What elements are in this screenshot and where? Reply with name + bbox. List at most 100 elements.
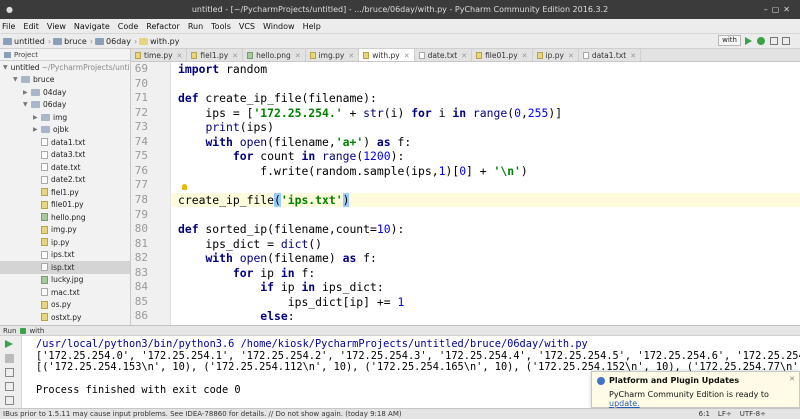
code-line[interactable]: create_ip_file('ips.txt') xyxy=(178,192,350,207)
tree-item[interactable]: lucky.jpg xyxy=(0,274,130,287)
close-tab-icon[interactable]: ✕ xyxy=(177,52,183,60)
expanded-arrow-icon[interactable]: ▼ xyxy=(13,76,21,83)
editor-tab[interactable]: time.py ✕ xyxy=(131,49,188,61)
code-editor[interactable]: import random def create_ip_file(filename… xyxy=(171,62,800,325)
search-everywhere-icon[interactable] xyxy=(782,36,790,45)
console-line[interactable]: /usr/local/python3/bin/python3.6 /home/k… xyxy=(36,338,588,350)
close-run-icon[interactable] xyxy=(5,396,14,405)
console-line[interactable]: Process finished with exit code 0 xyxy=(36,384,241,396)
editor-tab[interactable]: hello.png ✕ xyxy=(243,49,306,61)
editor-tab[interactable]: date.txt ✕ xyxy=(415,49,473,61)
run-config-select[interactable]: with xyxy=(718,35,741,46)
lightbulb-icon[interactable] xyxy=(182,184,187,190)
close-tab-icon[interactable]: ✕ xyxy=(522,52,528,60)
code-line[interactable]: f.write(random.sample(ips,1)[0] + '\n') xyxy=(178,164,528,178)
close-tab-icon[interactable]: ✕ xyxy=(568,52,574,60)
editor-tab[interactable]: fiel1.py ✕ xyxy=(187,49,244,61)
expanded-arrow-icon[interactable]: ▼ xyxy=(23,101,31,108)
menu-item[interactable]: VCS xyxy=(239,22,255,31)
code-line[interactable]: if ip in ips_dict: xyxy=(178,280,383,294)
menu-item[interactable]: File xyxy=(2,22,15,31)
tree-item[interactable]: ▶ img xyxy=(0,111,130,124)
rerun-icon[interactable] xyxy=(5,340,13,348)
menu-item[interactable]: Edit xyxy=(23,22,39,31)
close-tab-icon[interactable]: ✕ xyxy=(630,52,636,60)
editor-tab[interactable]: data1.txt ✕ xyxy=(579,49,642,61)
code-line[interactable]: else: xyxy=(178,309,294,323)
tree-item[interactable]: hello.png xyxy=(0,211,130,224)
code-line[interactable]: with open(filename) as f: xyxy=(178,251,376,265)
tree-item[interactable]: isp.txt xyxy=(0,261,130,274)
run-config-tab[interactable]: with xyxy=(29,327,44,335)
breadcrumb-item[interactable]: 06day › xyxy=(95,37,137,46)
line-separator[interactable]: LF÷ xyxy=(718,410,732,418)
collapsed-arrow-icon[interactable]: ▶ xyxy=(23,89,31,96)
editor-tab[interactable]: with.py ✕ xyxy=(359,49,415,61)
stop-icon[interactable] xyxy=(770,36,778,45)
menu-item[interactable]: Refactor xyxy=(146,22,180,31)
console-line[interactable]: ['172.25.254.0', '172.25.254.1', '172.25… xyxy=(36,350,800,362)
close-tab-icon[interactable]: ✕ xyxy=(295,52,301,60)
notification-close-icon[interactable]: ✕ xyxy=(789,375,795,383)
code-line[interactable]: ips_dict = dict() xyxy=(178,237,322,251)
window-controls[interactable]: –▢✕ xyxy=(764,0,794,19)
tree-item[interactable]: ▼ 06day xyxy=(0,99,130,112)
tree-item[interactable]: ip.py xyxy=(0,236,130,249)
code-line[interactable]: for ip in f: xyxy=(178,266,315,280)
window-close-icon[interactable]: ● xyxy=(6,0,13,19)
menu-item[interactable]: Code xyxy=(118,22,138,31)
collapsed-arrow-icon[interactable]: ▶ xyxy=(33,126,41,133)
breadcrumb-item[interactable]: untitled › xyxy=(3,37,51,46)
close-tab-icon[interactable]: ✕ xyxy=(461,52,467,60)
pin-icon[interactable] xyxy=(5,382,14,391)
tree-item[interactable]: date2.txt xyxy=(0,174,130,187)
code-line[interactable]: with open(filename,'a+') as f: xyxy=(178,135,411,149)
code-line[interactable]: def create_ip_file(filename): xyxy=(178,91,377,105)
debug-icon[interactable] xyxy=(757,36,765,45)
menu-item[interactable]: View xyxy=(47,22,66,31)
menu-item[interactable]: Help xyxy=(303,22,321,31)
run-icon[interactable] xyxy=(745,36,752,45)
tree-item[interactable]: file01.py xyxy=(0,199,130,212)
tree-item[interactable]: ips.txt xyxy=(0,249,130,262)
tree-item[interactable]: data1.txt xyxy=(0,136,130,149)
tree-item[interactable]: mac.txt xyxy=(0,286,130,299)
code-line[interactable]: def sorted_ip(filename,count=10): xyxy=(178,222,404,236)
code-line[interactable]: print(ips) xyxy=(178,120,274,134)
close-tab-icon[interactable]: ✕ xyxy=(232,52,238,60)
tree-item[interactable]: os.py xyxy=(0,299,130,312)
collapsed-arrow-icon[interactable]: ▶ xyxy=(33,114,41,121)
status-message[interactable]: IBus prior to 1.5.11 may cause input pro… xyxy=(3,410,699,418)
pause-icon[interactable] xyxy=(5,368,14,377)
tree-item[interactable]: ▼untitled~/PycharmProjects/untitled xyxy=(0,61,130,74)
editor-tab[interactable]: ip.py ✕ xyxy=(533,49,579,61)
tree-item[interactable]: ▶ ojbk xyxy=(0,124,130,137)
tree-item[interactable]: ostxt.py xyxy=(0,311,130,324)
menu-item[interactable]: Navigate xyxy=(74,22,110,31)
close-tab-icon[interactable]: ✕ xyxy=(348,52,354,60)
tree-item[interactable]: date.txt xyxy=(0,161,130,174)
project-header[interactable]: Project xyxy=(0,49,130,61)
caret-position[interactable]: 6:1 xyxy=(699,410,710,418)
breadcrumb-item[interactable]: with.py xyxy=(139,37,179,46)
menu-item[interactable]: Run xyxy=(188,22,203,31)
code-line[interactable]: for count in range(1200): xyxy=(178,149,404,163)
tree-item[interactable]: ▶ 04day xyxy=(0,86,130,99)
file-encoding[interactable]: UTF-8÷ xyxy=(740,410,766,418)
editor-tab[interactable]: file01.py ✕ xyxy=(472,49,533,61)
tree-item[interactable]: fiel1.py xyxy=(0,186,130,199)
update-link[interactable]: update. xyxy=(609,399,640,408)
close-tab-icon[interactable]: ✕ xyxy=(404,52,410,60)
code-line[interactable]: ips_dict[ip] += 1 xyxy=(178,295,405,309)
tree-item[interactable]: ▼ bruce xyxy=(0,74,130,87)
tree-item[interactable]: img.py xyxy=(0,224,130,237)
breadcrumb-item[interactable]: bruce › xyxy=(53,37,93,46)
code-line[interactable]: import random xyxy=(178,62,267,76)
stop-run-icon[interactable] xyxy=(5,354,14,363)
code-line[interactable]: ips = ['172.25.254.' + str(i) for i in r… xyxy=(178,106,562,120)
editor-tab[interactable]: img.py ✕ xyxy=(306,49,360,61)
expanded-arrow-icon[interactable]: ▼ xyxy=(3,64,8,71)
menu-item[interactable]: Tools xyxy=(211,22,231,31)
tree-item[interactable]: data3.txt xyxy=(0,149,130,162)
menu-item[interactable]: Window xyxy=(263,22,295,31)
